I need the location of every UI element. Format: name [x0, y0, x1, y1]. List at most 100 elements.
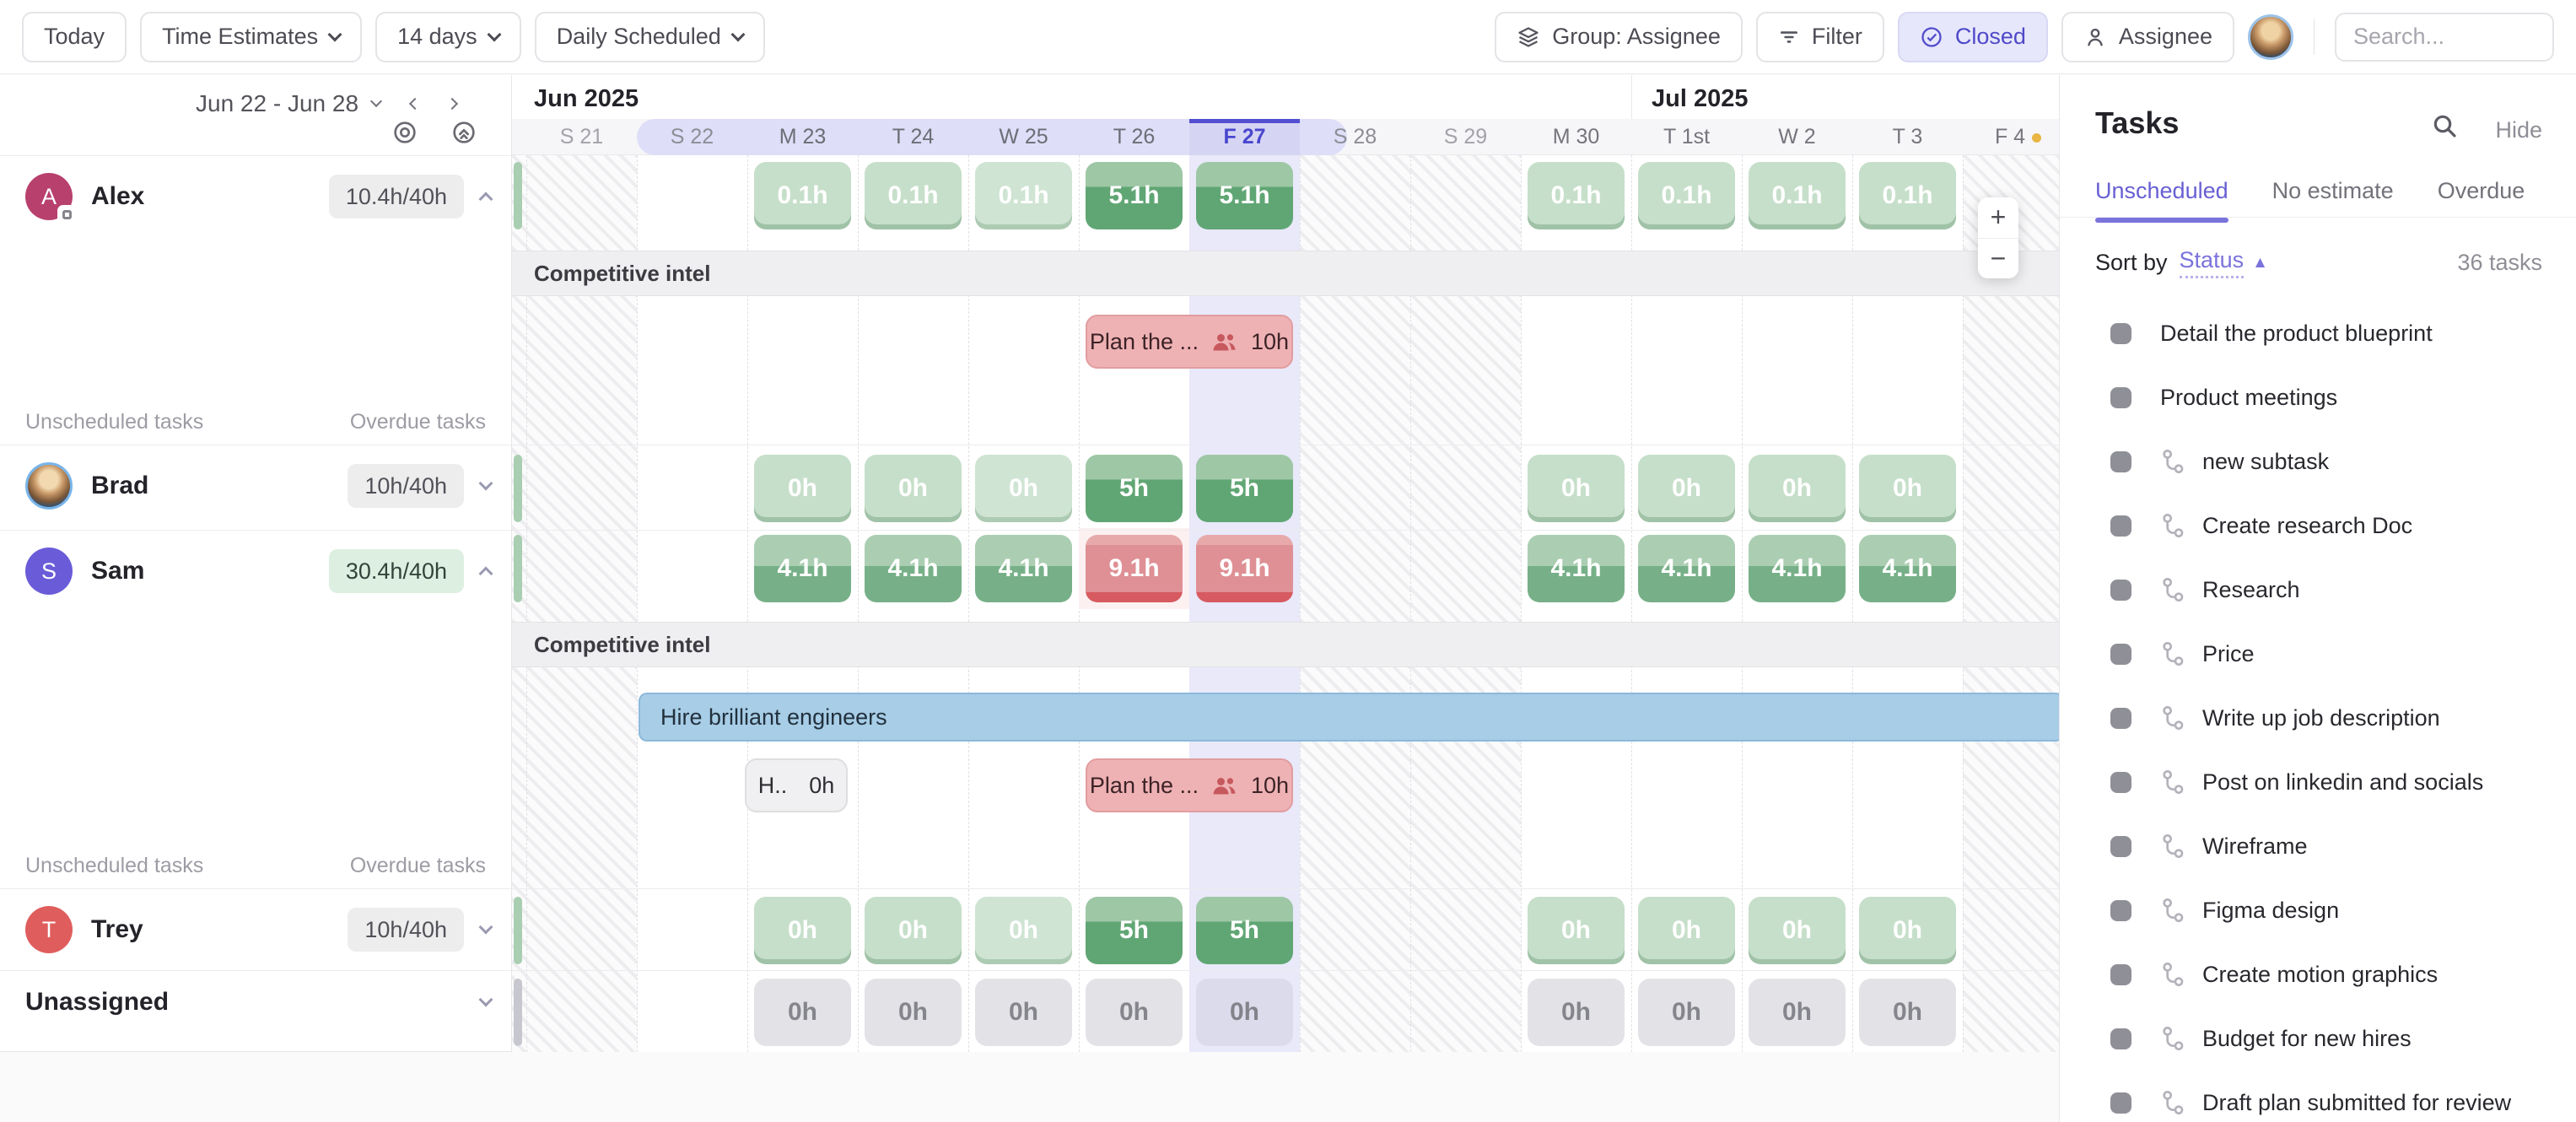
filter-button[interactable]: Filter — [1756, 12, 1884, 62]
group-by-button[interactable]: Group: Assignee — [1495, 12, 1743, 62]
schedule-cell[interactable]: 0h — [1859, 455, 1956, 522]
schedule-cell[interactable]: 0h — [1638, 897, 1735, 964]
project-bar[interactable]: Hire brilliant engineers — [639, 693, 2059, 742]
expand-toggle[interactable] — [481, 927, 491, 932]
zoom-out-button[interactable]: − — [1978, 239, 2018, 279]
schedule-cell[interactable]: 4.1h — [754, 535, 851, 602]
schedule-cell[interactable]: 0h — [865, 897, 962, 964]
task-list-item[interactable]: Budget for new hires — [2060, 1006, 2576, 1071]
schedule-cell[interactable]: 0h — [975, 897, 1072, 964]
schedule-cell[interactable]: 0.1h — [754, 162, 851, 229]
hide-panel-button[interactable]: Hide — [2495, 117, 2542, 143]
schedule-cell[interactable]: 4.1h — [1528, 535, 1625, 602]
schedule-cell[interactable]: 5.1h — [1086, 162, 1183, 229]
schedule-cell[interactable]: 0.1h — [1749, 162, 1846, 229]
schedule-cell[interactable]: 0.1h — [865, 162, 962, 229]
assignee-row[interactable]: AAlex10.4h/40h — [25, 173, 491, 220]
overflow-indicator[interactable] — [514, 535, 522, 602]
task-list-item[interactable]: Wireframe — [2060, 814, 2576, 878]
task-list-item[interactable]: Create motion graphics — [2060, 942, 2576, 1006]
assignee-filter-button[interactable]: Assignee — [2061, 12, 2234, 62]
expand-toggle[interactable] — [481, 189, 491, 204]
overflow-indicator[interactable] — [514, 455, 522, 522]
schedule-cell[interactable]: 0.1h — [1638, 162, 1735, 229]
schedule-cell[interactable]: 0h — [1749, 897, 1846, 964]
overflow-indicator[interactable] — [514, 897, 522, 964]
time-estimates-dropdown[interactable]: Time Estimates — [140, 12, 362, 62]
next-week-button[interactable] — [443, 94, 461, 113]
collapse-all-button[interactable] — [445, 114, 482, 151]
schedule-cell[interactable]: 0h — [1859, 897, 1956, 964]
schedule-cell[interactable]: 5.1h — [1196, 162, 1293, 229]
today-button[interactable]: Today — [22, 12, 127, 62]
schedule-cell[interactable]: 5h — [1196, 455, 1293, 522]
schedule-cell[interactable]: 0h — [1749, 979, 1846, 1046]
assignee-row[interactable]: Brad10h/40h — [25, 462, 491, 510]
schedule-cell[interactable]: 9.1h — [1086, 535, 1183, 602]
tab-no-estimate[interactable]: No estimate — [2272, 178, 2394, 221]
task-list-item[interactable]: Create research Doc — [2060, 494, 2576, 558]
sort-direction-icon[interactable]: ▲ — [2252, 254, 2268, 272]
closed-filter-pill[interactable]: Closed — [1898, 12, 2048, 62]
assignee-row[interactable]: TTrey10h/40h — [25, 906, 491, 953]
task-list-item[interactable]: Price — [2060, 622, 2576, 686]
task-list-item[interactable]: Figma design — [2060, 878, 2576, 942]
prev-week-button[interactable] — [406, 94, 424, 113]
schedule-cell[interactable]: 9.1h — [1196, 535, 1293, 602]
date-range-dropdown[interactable]: 14 days — [375, 12, 521, 62]
schedule-cell[interactable]: 0h — [1528, 979, 1625, 1046]
schedule-cell[interactable]: 0h — [1749, 455, 1846, 522]
project-section-header[interactable]: Competitive intel — [512, 622, 2059, 667]
user-avatar[interactable] — [2248, 14, 2293, 60]
schedule-cell[interactable]: 0h — [754, 455, 851, 522]
schedule-cell[interactable]: 0h — [1638, 979, 1735, 1046]
schedule-cell[interactable]: 0h — [865, 455, 962, 522]
schedule-cell[interactable]: 0h — [975, 979, 1072, 1046]
schedule-cell[interactable]: 0h — [1859, 979, 1956, 1046]
schedule-cell[interactable]: 4.1h — [1859, 535, 1956, 602]
schedule-cell[interactable]: 4.1h — [975, 535, 1072, 602]
zoom-in-button[interactable]: + — [1978, 197, 2018, 239]
overflow-indicator[interactable] — [514, 162, 522, 229]
task-chip[interactable]: H..0h — [745, 758, 848, 812]
tasks-search-button[interactable] — [2431, 112, 2458, 142]
schedule-cell[interactable]: 0h — [1528, 897, 1625, 964]
task-list-item[interactable]: new subtask — [2060, 429, 2576, 494]
task-list-item[interactable]: Write up job description — [2060, 686, 2576, 750]
task-list-item[interactable]: Product meetings — [2060, 365, 2576, 429]
search-input[interactable] — [2335, 13, 2554, 62]
task-list-item[interactable]: Draft plan submitted for review — [2060, 1071, 2576, 1122]
schedule-cell[interactable]: 0h — [865, 979, 962, 1046]
schedule-mode-dropdown[interactable]: Daily Scheduled — [535, 12, 765, 62]
project-section-header[interactable]: Competitive intel — [512, 251, 2059, 296]
task-list-item[interactable]: Post on linkedin and socials — [2060, 750, 2576, 814]
tab-overdue[interactable]: Overdue — [2438, 178, 2525, 221]
schedule-cell[interactable]: 5h — [1086, 455, 1183, 522]
schedule-cell[interactable]: 4.1h — [1749, 535, 1846, 602]
tab-unscheduled[interactable]: Unscheduled — [2095, 178, 2228, 221]
schedule-cell[interactable]: 0h — [975, 455, 1072, 522]
visibility-button[interactable] — [386, 114, 423, 151]
assignee-row[interactable]: Unassigned — [25, 988, 491, 1017]
schedule-cell[interactable]: 5h — [1086, 897, 1183, 964]
task-list-item[interactable]: Research — [2060, 558, 2576, 622]
overflow-indicator[interactable] — [514, 979, 522, 1046]
assignee-row[interactable]: SSam30.4h/40h — [25, 548, 491, 595]
schedule-cell[interactable]: 0h — [1086, 979, 1183, 1046]
schedule-cell[interactable]: 0h — [1638, 455, 1735, 522]
schedule-cell[interactable]: 5h — [1196, 897, 1293, 964]
task-chip[interactable]: Plan the ...10h — [1086, 315, 1293, 369]
schedule-cell[interactable]: 0.1h — [1859, 162, 1956, 229]
task-chip[interactable]: Plan the ...10h — [1086, 758, 1293, 812]
sort-value-dropdown[interactable]: Status — [2180, 247, 2245, 278]
schedule-cell[interactable]: 0h — [754, 979, 851, 1046]
schedule-cell[interactable]: 0h — [1528, 455, 1625, 522]
expand-toggle[interactable] — [481, 1000, 491, 1005]
schedule-cell[interactable]: 4.1h — [1638, 535, 1735, 602]
schedule-cell[interactable]: 0h — [754, 897, 851, 964]
expand-toggle[interactable] — [481, 564, 491, 579]
schedule-cell[interactable]: 0.1h — [975, 162, 1072, 229]
schedule-cell[interactable]: 0h — [1196, 979, 1293, 1046]
expand-toggle[interactable] — [481, 483, 491, 488]
task-list-item[interactable]: Detail the product blueprint — [2060, 301, 2576, 365]
